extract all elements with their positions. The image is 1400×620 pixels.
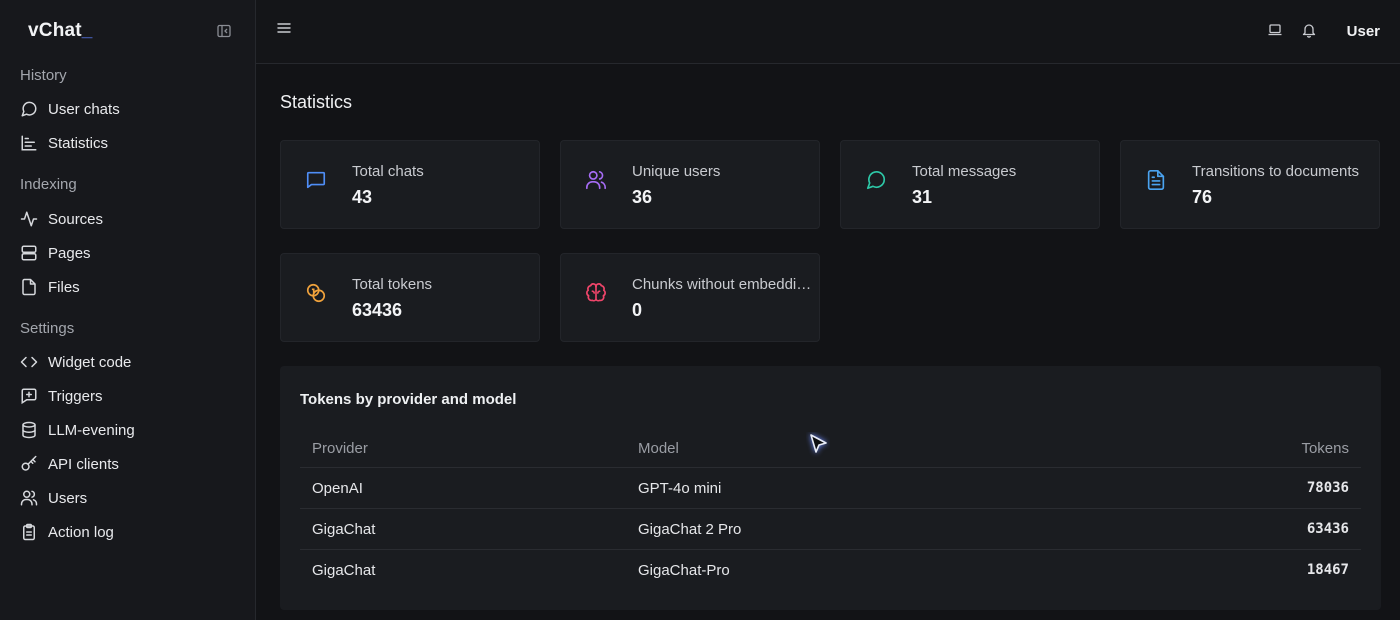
sidebar-item-action-log[interactable]: Action log [20, 519, 240, 545]
stat-value: 31 [912, 187, 933, 207]
stat-label: Total chats [352, 163, 424, 180]
sidebar-item-label: Users [48, 489, 88, 507]
sidebar-item-label: LLM-evening [48, 421, 135, 439]
panel-title: Tokens by provider and model [300, 391, 517, 408]
stat-card-total-chats: Total chats 43 [280, 140, 540, 229]
chat-bubble-icon [21, 101, 37, 117]
cell-provider: GigaChat [312, 521, 376, 538]
sidebar-item-api-clients[interactable]: API clients [20, 451, 240, 477]
sidebar-item-pages[interactable]: Pages [20, 240, 240, 266]
sidebar-item-statistics[interactable]: Statistics [20, 130, 240, 156]
sidebar-item-label: User chats [48, 100, 120, 118]
sidebar-item-label: Action log [48, 523, 114, 541]
stat-value: 76 [1192, 187, 1213, 207]
code-icon [20, 356, 38, 368]
key-icon [21, 455, 37, 471]
cell-tokens: 63436 [1306, 521, 1349, 537]
sidebar-item-label: Statistics [48, 134, 109, 152]
section-title-settings: Settings [20, 320, 75, 337]
column-header-provider[interactable]: Provider [312, 440, 368, 457]
stat-label: Total tokens [352, 276, 433, 293]
activity-icon [20, 211, 38, 227]
sidebar-item-triggers[interactable]: Triggers [20, 383, 240, 409]
chat-bubble-icon [866, 171, 886, 190]
rows-icon [21, 245, 37, 261]
stat-value: 36 [632, 187, 653, 207]
tokens-table-panel: Tokens by provider and model Provider Mo… [280, 366, 1381, 610]
sidebar-toggle-icon[interactable] [216, 23, 232, 39]
sidebar-item-user-chats[interactable]: User chats [20, 96, 240, 122]
table-row[interactable]: OpenAI GPT-4o mini 78036 [300, 468, 1361, 509]
coins-icon [306, 283, 326, 303]
cell-provider: GigaChat [312, 562, 376, 579]
mouse-pointer-icon [810, 434, 827, 453]
sidebar-item-sources[interactable]: Sources [20, 206, 240, 232]
users-icon [586, 170, 606, 190]
cell-model: GPT-4o mini [638, 480, 722, 497]
sidebar-item-widget-code[interactable]: Widget code [20, 349, 240, 375]
column-header-model[interactable]: Model [638, 440, 679, 457]
trigger-icon [21, 388, 37, 405]
app-logo[interactable]: vChat_ [28, 20, 93, 41]
table-row[interactable]: GigaChat GigaChat-Pro 18467 [300, 550, 1361, 591]
sidebar-item-label: Pages [48, 244, 91, 262]
section-title-indexing: Indexing [20, 176, 77, 193]
user-menu[interactable]: User [1347, 23, 1380, 40]
stat-value: 0 [632, 300, 643, 320]
page-title: Statistics [280, 92, 353, 112]
laptop-icon[interactable] [1267, 22, 1283, 38]
stat-card-transitions: Transitions to documents 76 [1120, 140, 1380, 229]
stat-card-total-messages: Total messages 31 [840, 140, 1100, 229]
sidebar-item-label: API clients [48, 455, 119, 473]
column-header-tokens[interactable]: Tokens [1301, 440, 1349, 457]
file-icon [22, 278, 36, 296]
menu-icon[interactable] [276, 20, 292, 36]
users-icon [20, 490, 38, 506]
sidebar-item-label: Files [48, 278, 80, 296]
table-row[interactable]: GigaChat GigaChat 2 Pro 63436 [300, 509, 1361, 550]
clipboard-icon [23, 523, 35, 541]
brain-icon [586, 283, 606, 302]
sidebar: vChat_ History User chats Statistics Ind… [0, 0, 256, 620]
sidebar-item-label: Sources [48, 210, 104, 228]
database-icon [22, 421, 36, 439]
cell-model: GigaChat-Pro [638, 562, 730, 579]
cell-tokens: 18467 [1306, 562, 1349, 578]
sidebar-item-llm-evening[interactable]: LLM-evening [20, 417, 240, 443]
bell-icon[interactable] [1301, 22, 1317, 38]
top-bar: User [256, 0, 1400, 64]
stat-card-unique-users: Unique users 36 [560, 140, 820, 229]
chart-icon [21, 135, 37, 151]
stat-label: Chunks without embeddings [632, 276, 812, 293]
stat-value: 63436 [352, 300, 403, 320]
stat-label: Transitions to documents [1192, 163, 1360, 180]
cell-provider: OpenAI [312, 480, 363, 497]
cell-model: GigaChat 2 Pro [638, 521, 742, 538]
cell-tokens: 78036 [1306, 480, 1349, 496]
stat-value: 43 [352, 187, 373, 207]
document-icon [1147, 170, 1165, 190]
section-title-history: History [20, 67, 67, 84]
sidebar-item-files[interactable]: Files [20, 274, 240, 300]
tokens-table: Provider Model Tokens OpenAI GPT-4o mini… [300, 428, 1361, 591]
stat-card-chunks-without-embeddings: Chunks without embeddings 0 [560, 253, 820, 342]
sidebar-item-users[interactable]: Users [20, 485, 240, 511]
table-header-row: Provider Model Tokens [300, 428, 1361, 468]
sidebar-item-label: Triggers [48, 387, 103, 405]
logo-row: vChat_ [28, 20, 238, 44]
chat-square-icon [306, 171, 326, 189]
stat-label: Unique users [632, 163, 721, 180]
stat-card-total-tokens: Total tokens 63436 [280, 253, 540, 342]
stat-label: Total messages [912, 163, 1017, 180]
sidebar-item-label: Widget code [48, 353, 132, 371]
